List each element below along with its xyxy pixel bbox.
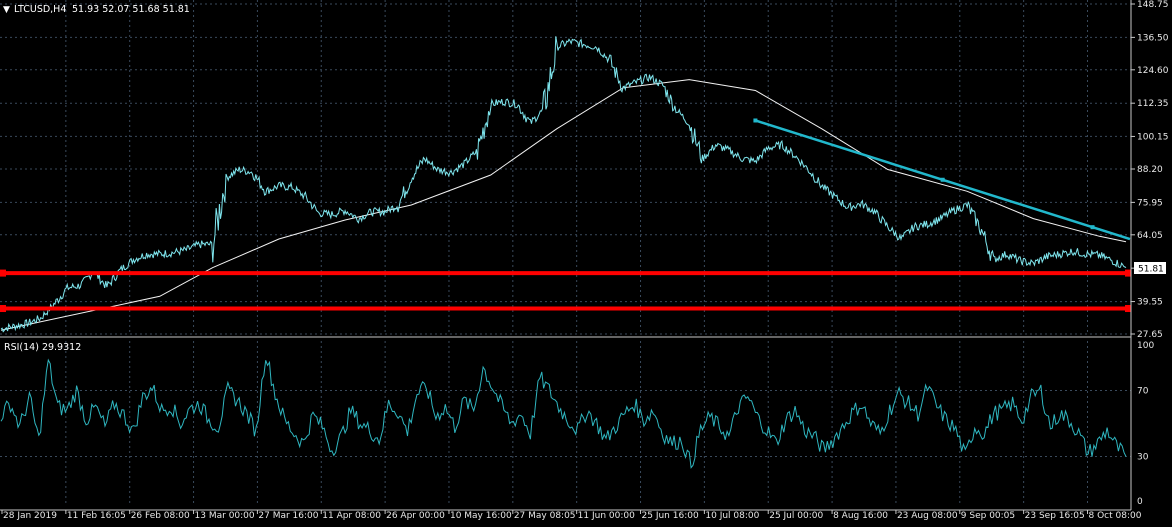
x-tick-label: 10 May 16:00 [450, 511, 512, 521]
x-tick-label: 11 Feb 16:05 [67, 511, 126, 521]
trendline-handle[interactable] [753, 118, 758, 123]
x-tick-label: 27 May 08:05 [514, 511, 576, 521]
rsi-tick-label: 0 [1137, 497, 1143, 507]
chart-canvas[interactable]: 28 Jan 2019 11 Feb 16:05 26 Feb 08:00 13 Ma… [0, 0, 1172, 527]
rsi-tick-label: 100 [1137, 341, 1154, 351]
x-tick-label: 28 Jan 2019 [3, 511, 57, 521]
y-tick-label: 75.95 [1137, 198, 1163, 208]
x-tick-label: 9 Sep 00:05 [961, 511, 1015, 521]
x-tick-label: 25 Jun 16:00 [642, 511, 699, 521]
chart-background [0, 0, 1172, 527]
y-tick-label: 88.20 [1137, 165, 1163, 175]
y-tick-label: 112.35 [1137, 99, 1169, 109]
x-tick-label: 25 Jul 00:00 [769, 511, 823, 521]
x-tick-label: 23 Aug 08:00 [897, 511, 958, 521]
x-tick-label: 11 Apr 08:00 [322, 511, 381, 521]
y-tick-label: 27.65 [1137, 330, 1163, 340]
rsi-tick-label: 70 [1137, 387, 1149, 397]
trendline-handle[interactable] [940, 177, 945, 182]
x-tick-label: 27 Mar 16:00 [258, 511, 318, 521]
x-tick-label: 13 Mar 00:00 [195, 511, 255, 521]
x-tick-label: 23 Sep 16:05 [1025, 511, 1085, 521]
symbol-timeframe-label: LTCUSD,H4 [14, 4, 66, 15]
current-price-label: 51.81 [1138, 265, 1164, 275]
x-tick-label: 26 Apr 00:00 [386, 511, 445, 521]
y-tick-label: 148.75 [1137, 0, 1169, 10]
x-tick-label: 11 Jun 00:00 [578, 511, 635, 521]
rsi-tick-label: 30 [1137, 453, 1149, 463]
support-handle[interactable] [1125, 269, 1131, 277]
rsi-panel-title: RSI(14) 29.9312 [4, 342, 81, 353]
x-tick-label: 8 Oct 08:00 [1088, 511, 1141, 521]
x-tick-label: 8 Aug 16:00 [833, 511, 888, 521]
y-tick-label: 124.60 [1137, 66, 1169, 76]
support-handle[interactable] [1125, 305, 1131, 313]
x-tick-label: 10 Jul 08:00 [705, 511, 759, 521]
y-tick-label: 64.05 [1137, 231, 1163, 241]
collapse-triangle-icon[interactable]: ▼ [3, 5, 10, 15]
y-tick-label: 136.50 [1137, 33, 1169, 43]
y-tick-label: 100.15 [1137, 132, 1169, 142]
support-handle[interactable] [0, 305, 6, 313]
x-tick-label: 26 Feb 08:00 [131, 511, 190, 521]
ohlc-values-label: 51.93 52.07 51.68 51.81 [72, 4, 190, 15]
y-tick-label: 39.55 [1137, 298, 1163, 308]
trendline-handle[interactable] [1090, 225, 1095, 230]
support-handle[interactable] [0, 269, 6, 277]
